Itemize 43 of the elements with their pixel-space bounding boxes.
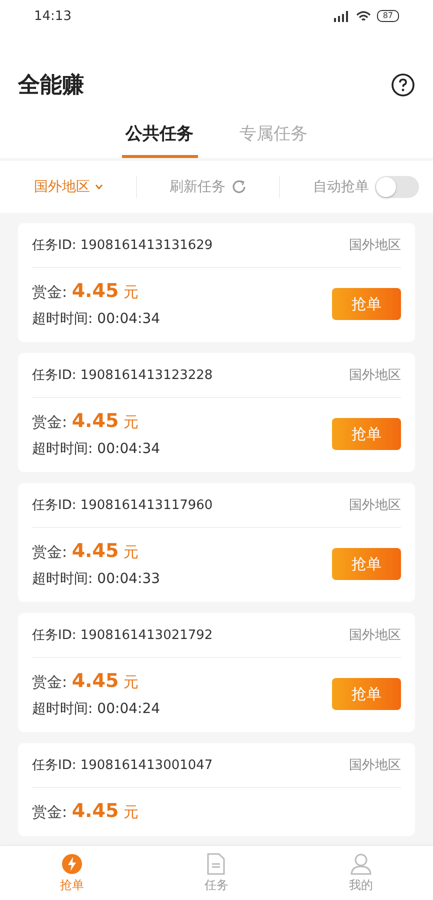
task-id: 任务ID: 1908161413123228 — [32, 367, 213, 384]
reward-text: 赏金: 4.45 元 — [32, 280, 140, 302]
person-icon — [350, 852, 372, 874]
caret-icon — [95, 184, 103, 190]
tab[interactable]: 专属任务 — [236, 116, 312, 158]
reward-text: 赏金: 4.45 元 — [32, 540, 140, 562]
bolt-icon — [61, 852, 84, 874]
help-icon[interactable] — [391, 73, 415, 97]
reward-text: 赏金: 4.45 元 — [32, 410, 140, 432]
task-id: 任务ID: 1908161413001047 — [32, 757, 213, 774]
tab[interactable]: 公共任务 — [122, 116, 198, 158]
nav-item[interactable]: 任务 — [181, 852, 252, 894]
task-id: 任务ID: 1908161413021792 — [32, 627, 213, 644]
timeout-text: 超时时间: 00:04:33 — [32, 570, 160, 588]
grab-button[interactable]: 抢单 — [332, 288, 401, 320]
refresh-button[interactable]: 刷新任务 — [170, 178, 246, 196]
wifi-icon — [356, 10, 371, 22]
page-title: 全能赚 — [18, 72, 84, 100]
grab-button[interactable]: 抢单 — [332, 418, 401, 450]
auto-grab-toggle[interactable] — [375, 176, 419, 198]
timeout-text: 超时时间: 00:04:34 — [32, 310, 160, 328]
nav-item[interactable]: 我的 — [326, 852, 396, 894]
status-time: 14:13 — [34, 8, 72, 24]
document-icon — [207, 852, 226, 874]
timeout-text: 超时时间: 00:04:24 — [32, 700, 160, 718]
task-id: 任务ID: 1908161413131629 — [32, 237, 213, 254]
grab-button[interactable]: 抢单 — [332, 678, 401, 710]
grab-button[interactable]: 抢单 — [332, 548, 401, 580]
task-region: 国外地区 — [349, 237, 401, 254]
task-region: 国外地区 — [349, 497, 401, 514]
timeout-text: 超时时间: 00:04:34 — [32, 440, 160, 458]
task-id: 任务ID: 1908161413117960 — [32, 497, 213, 514]
reward-text: 赏金: 4.45 元 — [32, 670, 140, 692]
auto-grab-label: 自动抢单 — [313, 178, 369, 196]
battery-level: 87 — [376, 10, 399, 22]
task-region: 国外地区 — [349, 367, 401, 384]
reward-text: 赏金: 4.45 元 — [32, 800, 138, 822]
refresh-icon — [230, 179, 246, 195]
region-dropdown[interactable]: 国外地区 — [34, 178, 103, 196]
task-region: 国外地区 — [349, 757, 401, 774]
nav-item[interactable]: 抢单 — [37, 852, 108, 894]
signal-icon — [334, 10, 350, 22]
task-region: 国外地区 — [349, 627, 401, 644]
